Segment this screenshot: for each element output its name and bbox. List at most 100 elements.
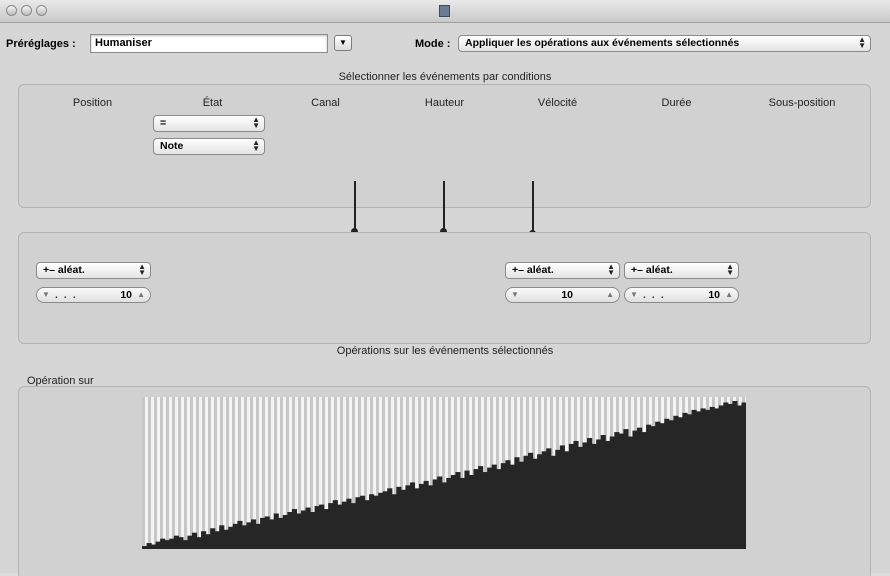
graph-bar (201, 531, 207, 549)
presets-menu-button[interactable]: ▼ (334, 35, 352, 51)
graph-bar (310, 512, 316, 549)
stepper-down-icon[interactable]: ▼ (511, 290, 519, 299)
velocity-value-stepper[interactable]: ▼ 10 ▲ (505, 287, 620, 303)
graph-bar (273, 513, 279, 549)
graph-bar (514, 457, 520, 549)
graph-bar (250, 519, 257, 549)
graph-bar (637, 427, 643, 549)
graph-bar (523, 455, 529, 549)
graph-bar (555, 449, 561, 549)
graph-bar (673, 415, 679, 549)
graph-bar (518, 461, 525, 549)
graph-stripe (178, 397, 181, 549)
graph-bar (591, 443, 597, 549)
mode-label: Mode : (415, 38, 451, 50)
graph-bar (537, 454, 543, 549)
column-length: Durée (661, 97, 692, 109)
close-window-button[interactable] (6, 5, 17, 16)
transform-window-content: Préréglages : Humaniser ▼ Mode : Appliqu… (0, 23, 890, 576)
graph-bar (332, 500, 338, 549)
popup-arrows-icon: ▲ ▼ (607, 262, 615, 277)
stepper-up-icon[interactable]: ▲ (606, 290, 614, 299)
graph-bar (255, 523, 261, 549)
graph-bar (228, 526, 234, 549)
graph-bar (369, 494, 375, 549)
graph-bar (559, 445, 565, 549)
stepper-up-icon[interactable]: ▲ (725, 290, 733, 299)
graph-bar (700, 408, 706, 549)
duration-operation-popup[interactable]: +– aléat. ▲ ▼ (624, 262, 739, 279)
graph-bar (482, 472, 488, 549)
state-condition-popup[interactable]: = ▲ ▼ (153, 115, 265, 132)
graph-bar (664, 418, 670, 549)
graph-stripe (196, 397, 199, 549)
graph-bar (428, 485, 434, 549)
graph-bar (146, 543, 152, 549)
graph-bar (232, 523, 238, 549)
graph-bar (686, 414, 693, 549)
graph-bar (296, 513, 302, 549)
graph-stripe (160, 397, 163, 549)
graph-bar (550, 455, 556, 549)
graph-bar (546, 448, 552, 549)
popup-arrows-icon: ▲ ▼ (138, 262, 146, 277)
velocity-graph[interactable] (142, 397, 746, 549)
graph-bar (582, 442, 588, 549)
graph-bar (278, 517, 284, 549)
graph-bar (682, 412, 688, 549)
mode-popup[interactable]: Appliquer les opérations aux événements … (458, 35, 871, 52)
graph-stripe (214, 397, 217, 549)
graph-bar (305, 507, 311, 549)
popup-arrows-icon: ▲ ▼ (726, 262, 734, 277)
graph-bar (314, 506, 320, 549)
graph-bar (455, 472, 461, 549)
document-icon (439, 5, 450, 17)
graph-bar (405, 485, 411, 549)
position-value-stepper[interactable]: ▼ ... 10 ▲ (36, 287, 151, 303)
stepper-down-icon[interactable]: ▼ (42, 290, 50, 299)
graph-bar (718, 405, 724, 549)
graph-bar (341, 501, 347, 549)
graph-bar (210, 528, 216, 549)
graph-stripe (202, 397, 205, 549)
graph-bar (241, 525, 248, 549)
graph-bar (609, 436, 615, 549)
graph-bar (160, 538, 166, 549)
stepper-up-icon[interactable]: ▲ (137, 290, 145, 299)
graph-bar (355, 497, 361, 549)
velocity-operation-popup[interactable]: +– aléat. ▲ ▼ (505, 262, 620, 279)
zoom-window-button[interactable] (36, 5, 47, 16)
window-titlebar (0, 0, 890, 23)
popup-arrows-icon: ▲ ▼ (858, 35, 866, 50)
graph-bar (237, 520, 243, 549)
graph-bar (605, 440, 611, 549)
graph-bar (214, 531, 220, 549)
graph-stripe (208, 397, 211, 549)
graph-bar (600, 435, 606, 549)
presets-label: Préréglages : (6, 38, 76, 50)
position-operation-popup[interactable]: +– aléat. ▲ ▼ (36, 262, 151, 279)
graph-bar (623, 429, 629, 549)
graph-bar (423, 480, 429, 549)
graph-bar (282, 514, 288, 549)
graph-bar (646, 424, 652, 549)
stepper-down-icon[interactable]: ▼ (630, 290, 638, 299)
stepper-dots: ... (643, 289, 670, 301)
graph-stripe (190, 397, 193, 549)
graph-bar (459, 477, 466, 549)
graph-bar (696, 411, 702, 549)
position-operation-value: +– aléat. (43, 264, 85, 276)
graph-bar (709, 406, 715, 549)
presets-field[interactable]: Humaniser (90, 34, 328, 53)
column-velocity: Vélocité (537, 97, 578, 109)
minimize-window-button[interactable] (21, 5, 32, 16)
graph-bar (650, 426, 656, 549)
graph-bar (677, 417, 684, 549)
graph-bar (487, 467, 493, 549)
state-value-popup[interactable]: Note ▲ ▼ (153, 138, 265, 155)
graph-bar (577, 446, 584, 549)
graph-bar (573, 440, 579, 549)
graph-stripe (148, 397, 151, 549)
operations-section-title: Opérations sur les événements sélectionn… (336, 345, 554, 357)
duration-value-stepper[interactable]: ▼ ... 10 ▲ (624, 287, 739, 303)
